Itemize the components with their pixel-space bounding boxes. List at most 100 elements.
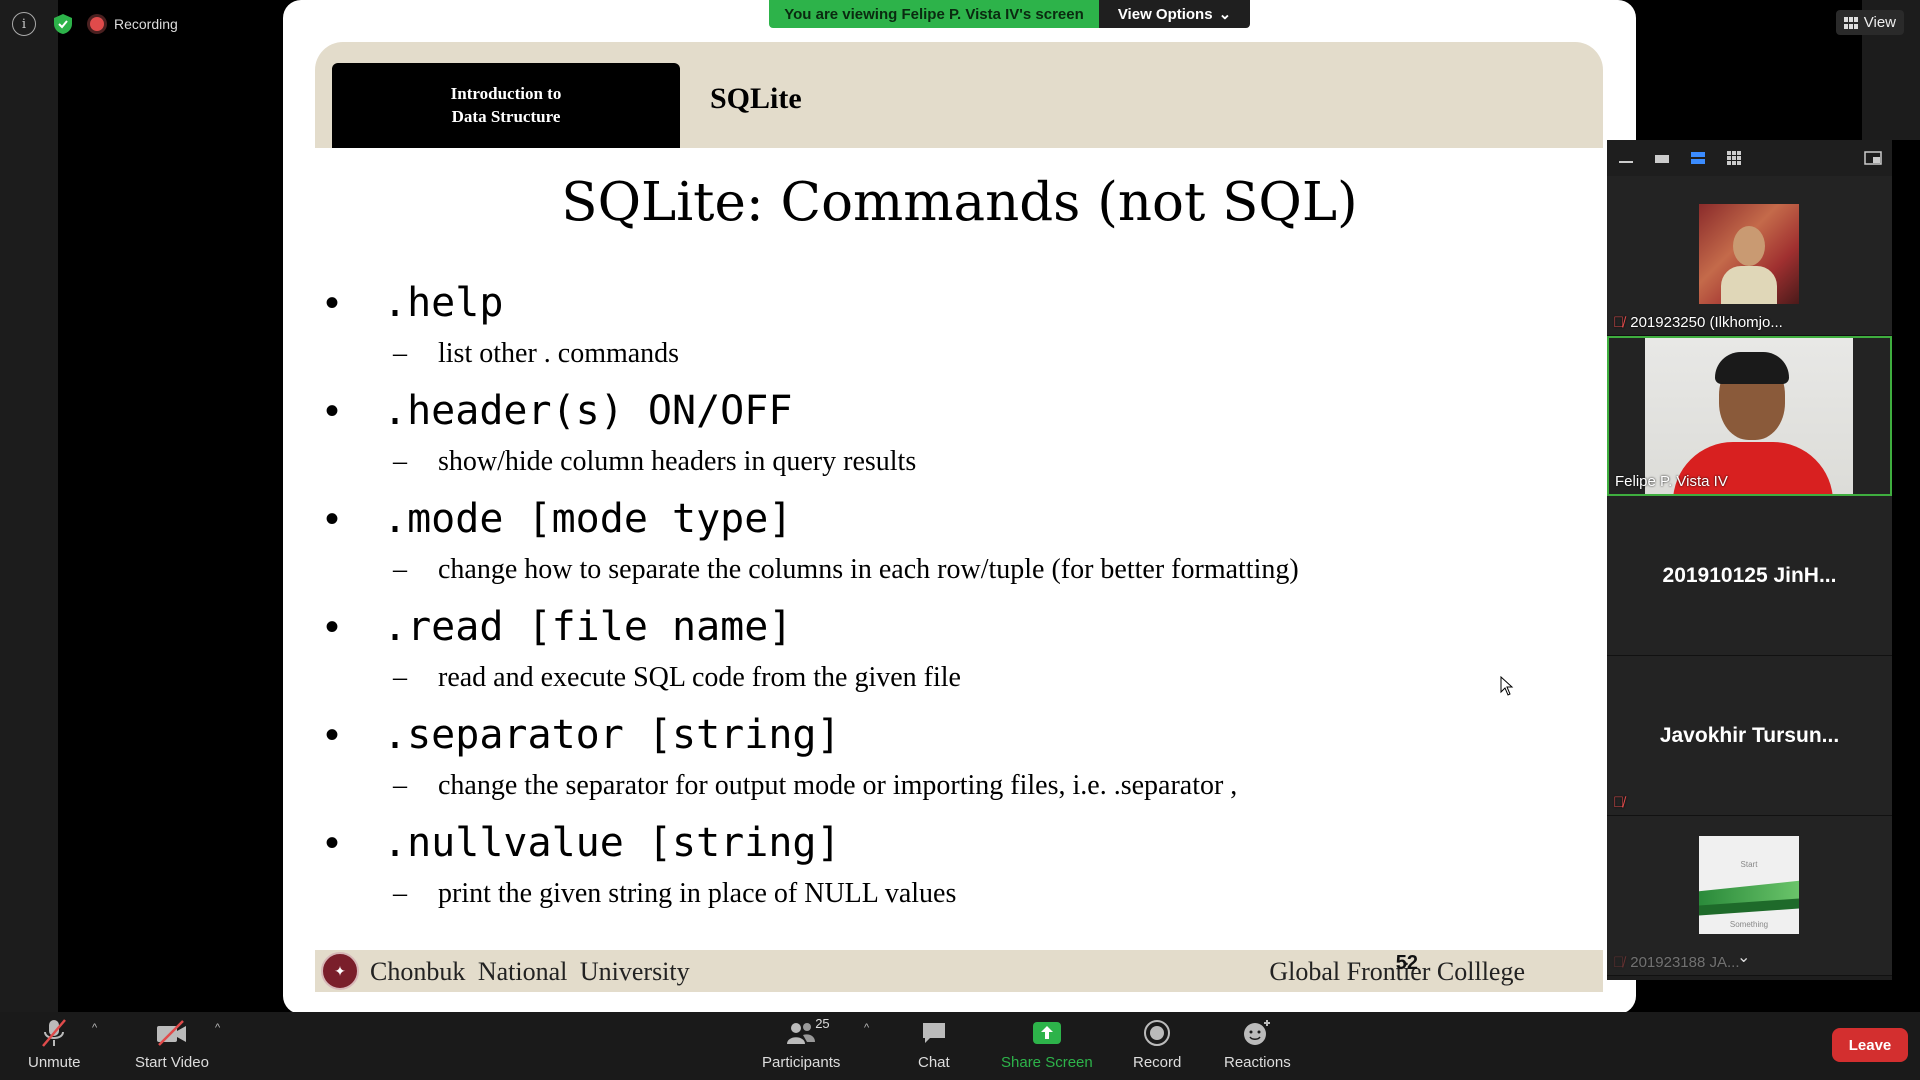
participant-tile[interactable]: 201910125 JinH... [1607,496,1892,656]
unmute-label: Unmute [28,1054,81,1071]
participant-name: 201923250 (Ilkhomjo... [1630,314,1783,331]
chat-button[interactable]: Chat [918,1018,950,1071]
speaker-view-icon[interactable] [1689,151,1707,165]
bullet-description-row: – show/hide column headers in query resul… [325,446,1605,496]
recording-label: Recording [114,16,178,32]
viewing-screen-label: You are viewing Felipe P. Vista IV's scr… [769,0,1099,28]
record-button[interactable]: Record [1133,1018,1181,1071]
participant-gallery: 🎙̸ 201923250 (Ilkhomjo... Felipe P. Vist… [1607,140,1892,980]
hide-video-icon[interactable] [1653,151,1671,165]
participant-name-row: 🎙̸ 201923188 JA... [1613,954,1740,971]
share-screen-button[interactable]: Share Screen [1001,1018,1093,1071]
mic-muted-icon: 🎙̸ [1613,794,1625,811]
chat-label: Chat [918,1054,950,1071]
bullet-description-row: – list other . commands [325,338,1605,388]
slide-footer: ✦ Chonbuk National University Global Fro… [315,950,1603,992]
bullet-dot-icon: • [325,605,340,649]
mic-off-icon [42,1019,67,1047]
recording-indicator[interactable]: Recording [90,16,178,32]
slide-header-band: Introduction to Data Structure SQLite [315,42,1603,148]
slide-page-number: 52 [1395,952,1418,974]
bullet-description-row: – change how to separate the columns in e… [325,554,1605,604]
record-dot-icon [90,17,104,31]
participant-name: 201910125 JinH... [1662,563,1837,587]
bullet-description: change the separator for output mode or … [438,770,1238,801]
view-options-label: View Options [1117,5,1213,23]
bullet-item: • .header(s) ON/OFF – show/hide column head… [325,388,1605,496]
slide-title: SQLite: Commands (not SQL) [561,172,1358,233]
meeting-topbar: i Recording [12,12,178,36]
chevron-down-icon: ⌄ [1218,6,1232,23]
bullet-description: list other . commands [438,338,680,369]
participants-options-caret-icon[interactable]: ^ [864,1022,869,1034]
audio-options-caret-icon[interactable]: ^ [92,1022,97,1034]
gallery-grid-icon[interactable] [1725,151,1743,165]
bullet-command: .header(s) ON/OFF [383,388,793,434]
participant-tile[interactable]: Start Something 🎙̸ 201923188 JA... ⌄ [1607,816,1892,976]
participant-video [1645,338,1853,494]
bullet-command: .separator [string] [383,712,841,758]
video-options-caret-icon[interactable]: ^ [215,1022,220,1034]
video-off-icon [156,1020,186,1046]
participant-status-row: 🎙̸ [1613,794,1624,811]
start-video-button[interactable]: Start Video [135,1018,209,1071]
bullet-command: .mode [mode type] [383,496,793,542]
record-label: Record [1133,1054,1182,1071]
slide-topic: SQLite [710,82,802,115]
bullet-description-row: – print the given string in place of NULL… [325,878,1605,928]
bullet-description: change how to separate the columns in ea… [438,554,1299,585]
bullet-item: • .nullvalue [string] – print the given str… [325,820,1605,928]
bullet-dot-icon: • [325,713,340,757]
bullet-command: .help [383,280,504,326]
reactions-button[interactable]: Reactions [1224,1018,1291,1071]
thumb-text-start: Start [1740,860,1758,869]
view-label: View [1863,14,1896,31]
start-video-label: Start Video [135,1054,209,1071]
chat-bubble-icon [922,1023,945,1043]
minimize-icon[interactable] [1617,151,1635,165]
dash-marker: – [393,878,407,909]
bullet-item: • .help – list other . commands [325,280,1605,388]
info-icon[interactable]: i [12,12,36,36]
presentation-slide: Introduction to Data Structure SQLite SQ… [283,0,1636,1014]
pop-out-icon[interactable] [1864,151,1882,165]
bullet-command-row: • .help [325,280,1605,338]
scroll-down-chevron-icon[interactable]: ⌄ [1737,947,1750,967]
bullet-command: .nullvalue [string] [383,820,841,866]
bullet-command-row: • .separator [string] [325,712,1605,770]
participant-tile-active-speaker[interactable]: Felipe P. Vista IV [1607,336,1892,496]
university-logo: ✦ [321,952,359,990]
reactions-smiley-icon [1244,1020,1271,1045]
participant-name: Felipe P. Vista IV [1615,473,1728,490]
bullet-dot-icon: • [325,389,340,433]
participant-tile[interactable]: Javokhir Tursun... 🎙̸ [1607,656,1892,816]
dash-marker: – [393,662,407,693]
leave-button[interactable]: Leave [1832,1028,1908,1062]
share-screen-icon [1032,1022,1061,1044]
bullet-dot-icon: • [325,281,340,325]
course-title-box: Introduction to Data Structure [332,63,680,148]
view-options-button[interactable]: View Options ⌄ [1099,0,1250,28]
participants-button[interactable]: 25 Participants [762,1016,841,1071]
bullet-command-row: • .header(s) ON/OFF [325,388,1605,446]
participant-name-row: 🎙̸ 201923250 (Ilkhomjo... [1613,314,1783,331]
participant-tile[interactable]: 🎙̸ 201923250 (Ilkhomjo... [1607,176,1892,336]
bullet-command-row: • .nullvalue [string] [325,820,1605,878]
mic-muted-icon: 🎙̸ [1613,954,1625,971]
bullet-list: • .help – list other . commands • .header(s) … [325,280,1605,928]
unmute-button[interactable]: Unmute [28,1018,81,1071]
dash-marker: – [393,770,407,801]
footer-university: Chonbuk National University [370,957,690,986]
screen-share-banner: You are viewing Felipe P. Vista IV's scr… [769,0,1250,28]
participants-label: Participants [762,1054,841,1071]
share-screen-label: Share Screen [1001,1054,1093,1071]
participants-icon [787,1023,816,1044]
bullet-dot-icon: • [325,821,340,865]
grid-icon [1843,16,1858,29]
bullet-description: read and execute SQL code from the given… [438,662,961,693]
thumb-text-something: Something [1729,920,1769,929]
dash-marker: – [393,338,407,369]
bullet-description: show/hide column headers in query result… [438,446,917,477]
view-button[interactable]: View [1835,10,1904,35]
shield-check-icon[interactable] [52,13,74,35]
